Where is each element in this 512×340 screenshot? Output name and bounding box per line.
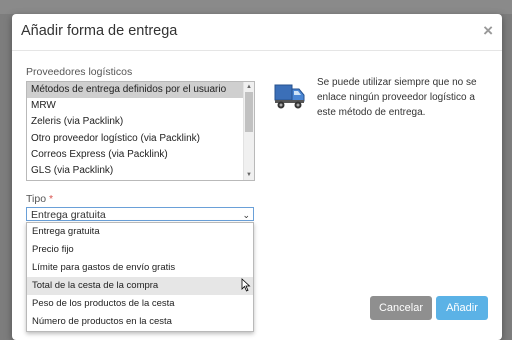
tipo-option[interactable]: Precio fijo	[27, 241, 253, 259]
provider-option[interactable]: Otro proveedor logístico (via Packlink)	[27, 131, 254, 147]
provider-option[interactable]: Correos Express (via Packlink)	[27, 147, 254, 163]
close-icon[interactable]: ×	[483, 21, 493, 41]
tipo-select-value: Entrega gratuita	[31, 209, 106, 221]
scroll-up-arrow-icon[interactable]: ▲	[244, 82, 254, 92]
truck-icon	[274, 84, 305, 109]
tipo-option[interactable]: Peso de los productos de la cesta	[27, 295, 253, 313]
tipo-option-hovered[interactable]: Total de la cesta de la compra	[27, 277, 253, 295]
mouse-cursor-icon	[241, 278, 251, 292]
tipo-dropdown-list[interactable]: Entrega gratuita Precio fijo Límite para…	[26, 222, 254, 332]
providers-listbox[interactable]: Métodos de entrega definidos por el usua…	[26, 81, 255, 181]
provider-option[interactable]: MRW	[27, 98, 254, 114]
tipo-option[interactable]: Límite para gastos de envío gratis	[27, 259, 253, 277]
tipo-label: Tipo *	[26, 193, 53, 205]
provider-option[interactable]: Métodos de entrega definidos por el usua…	[27, 82, 254, 99]
provider-option[interactable]: Zeleris (via Packlink)	[27, 114, 254, 130]
info-text: Se puede utilizar siempre que no se enla…	[317, 77, 477, 118]
scroll-down-arrow-icon[interactable]: ▼	[244, 170, 254, 180]
dialog-title: Añadir forma de entrega	[21, 23, 178, 39]
scroll-thumb[interactable]	[245, 92, 253, 132]
tipo-select[interactable]: Entrega gratuita ⌄	[26, 207, 254, 221]
tipo-option[interactable]: Número de productos en la cesta	[27, 313, 253, 331]
add-button[interactable]: Añadir	[436, 296, 488, 320]
provider-option[interactable]: GLS (via Packlink)	[27, 163, 254, 179]
providers-label: Proveedores logísticos	[26, 66, 133, 78]
listbox-scrollbar[interactable]: ▲ ▼	[243, 82, 254, 180]
add-delivery-method-dialog: Añadir forma de entrega × Proveedores lo…	[12, 14, 502, 340]
tipo-label-text: Tipo	[26, 193, 47, 205]
dialog-header: Añadir forma de entrega ×	[12, 14, 502, 51]
chevron-down-icon[interactable]: ⌄	[242, 208, 250, 222]
cancel-button[interactable]: Cancelar	[370, 296, 432, 320]
required-mark: *	[48, 193, 54, 205]
tipo-option[interactable]: Entrega gratuita	[27, 223, 253, 241]
background-page-header	[0, 0, 512, 14]
